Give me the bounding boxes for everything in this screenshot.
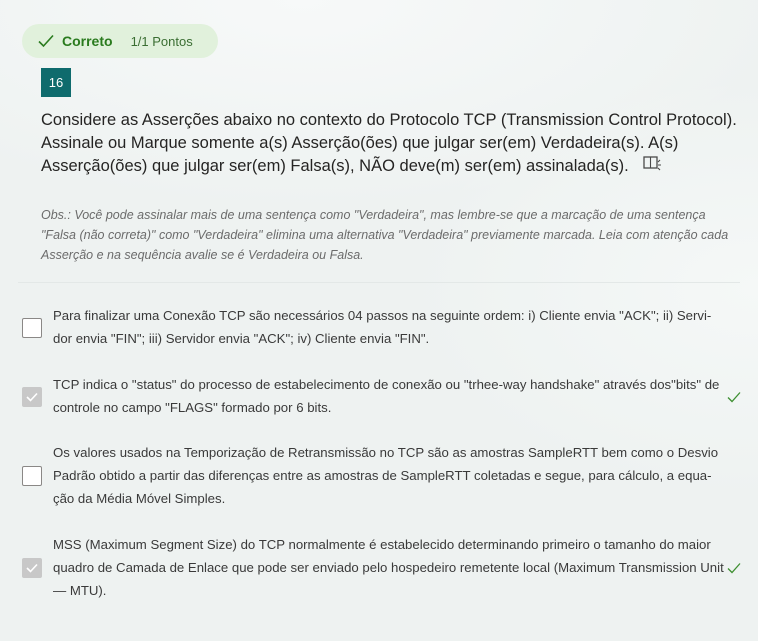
question-text: Considere as Asserções abaixo no context… <box>41 111 737 175</box>
option-checkbox[interactable] <box>22 318 42 338</box>
immersive-reader-icon[interactable] <box>643 155 663 178</box>
option-text: MSS (Maximum Segment Size) do TCP normal… <box>53 537 724 598</box>
check-icon <box>38 32 56 50</box>
option-1[interactable]: Para finalizar uma Conexão TCP são neces… <box>22 304 750 350</box>
question-note: Obs.: Você pode assinalar mais de uma se… <box>41 208 729 262</box>
option-2[interactable]: TCP indica o "status" do processo de est… <box>22 373 750 419</box>
correct-check-icon <box>727 392 741 403</box>
option-text: Os valores usados na Temporização de Ret… <box>53 445 719 506</box>
question-title: Considere as Asserções abaixo no context… <box>41 109 751 178</box>
question-number: 16 <box>41 68 71 97</box>
result-badge: Correto 1/1 Pontos <box>22 24 218 58</box>
option-checkbox[interactable] <box>22 387 42 407</box>
option-3[interactable]: Os valores usados na Temporização de Ret… <box>22 441 750 510</box>
question-card: Correto 1/1 Pontos 16 Considere as Asser… <box>0 0 758 641</box>
correct-check-icon <box>727 563 741 574</box>
result-points: 1/1 Pontos <box>130 33 193 49</box>
option-text: TCP indica o "status" do processo de est… <box>53 377 720 415</box>
option-text: Para finalizar uma Conexão TCP são neces… <box>53 308 712 346</box>
option-4[interactable]: MSS (Maximum Segment Size) do TCP normal… <box>22 533 750 602</box>
option-checkbox[interactable] <box>22 466 42 486</box>
result-status: Correto <box>62 33 113 49</box>
option-checkbox[interactable] <box>22 558 42 578</box>
divider <box>18 282 740 283</box>
